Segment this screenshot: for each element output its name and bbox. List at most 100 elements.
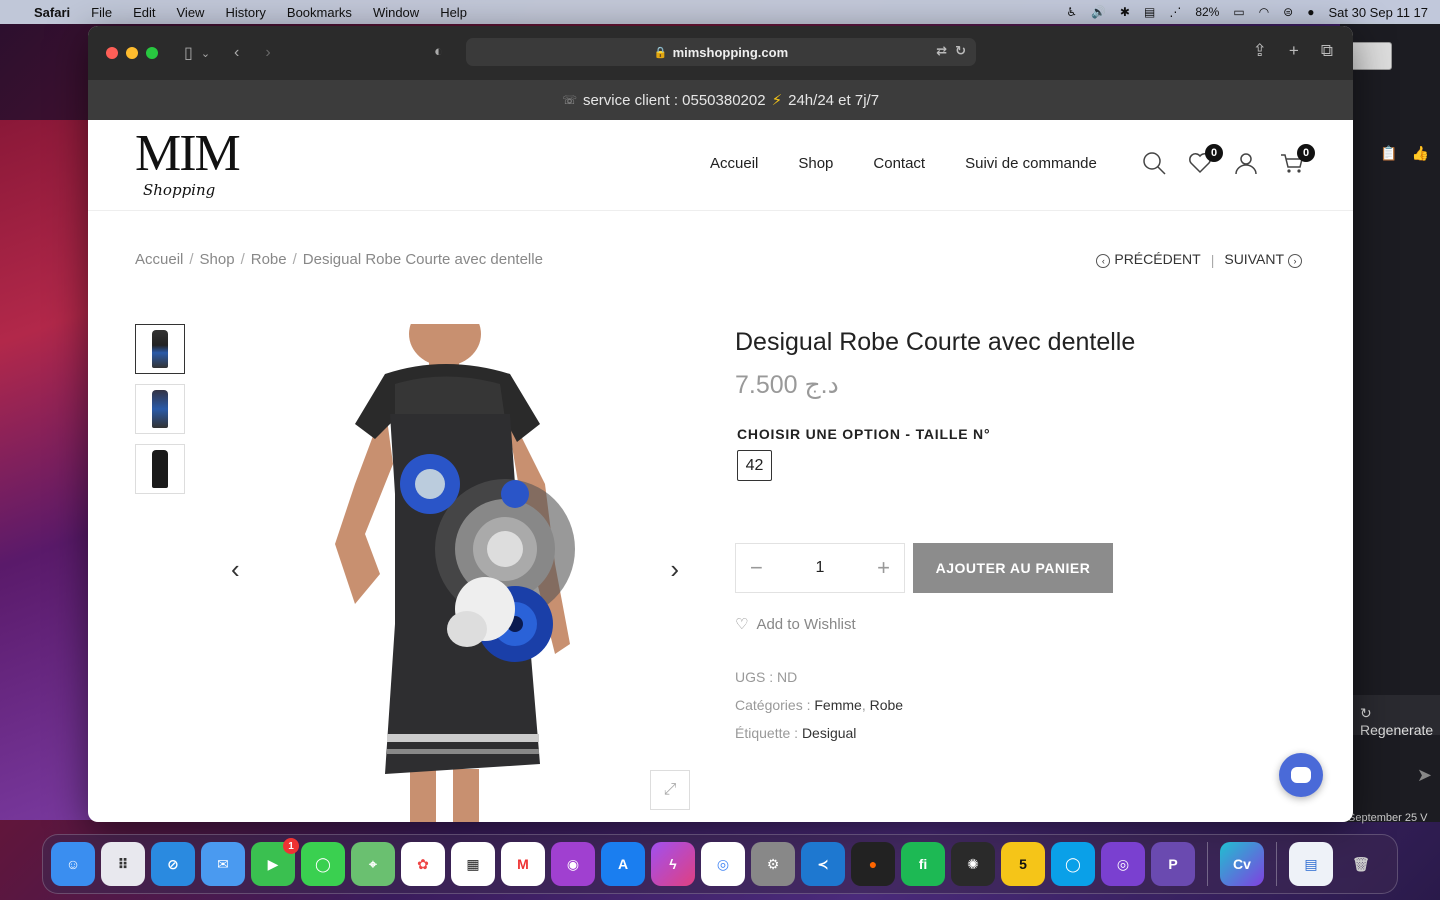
- size-option-button[interactable]: 42: [737, 450, 772, 481]
- sidebar-toggle-icon[interactable]: ▯: [184, 43, 193, 63]
- khamsat-icon[interactable]: 5: [1001, 842, 1045, 886]
- maps-icon[interactable]: ⌖: [351, 842, 395, 886]
- category-link-femme[interactable]: Femme: [814, 697, 861, 713]
- messages-icon[interactable]: ◯: [301, 842, 345, 886]
- menu-history[interactable]: History: [225, 5, 265, 20]
- quantity-increase-button[interactable]: +: [877, 555, 890, 581]
- vscode-icon[interactable]: ≺: [801, 842, 845, 886]
- menu-bookmarks[interactable]: Bookmarks: [287, 5, 352, 20]
- breadcrumb-shop[interactable]: Shop: [200, 251, 235, 268]
- chat-widget-button[interactable]: [1279, 753, 1323, 797]
- nav-suivi-commande[interactable]: Suivi de commande: [965, 155, 1097, 172]
- regenerate-button[interactable]: ↻ Regenerate: [1340, 695, 1440, 738]
- category-link-robe[interactable]: Robe: [870, 697, 903, 713]
- p-app-icon[interactable]: P: [1151, 842, 1195, 886]
- nav-contact[interactable]: Contact: [873, 155, 925, 172]
- battery-icon[interactable]: ▭: [1233, 5, 1244, 19]
- menu-app-name[interactable]: Safari: [34, 5, 70, 20]
- app-store-icon[interactable]: A: [601, 842, 645, 886]
- wishlist-heart-icon[interactable]: 0: [1187, 144, 1223, 183]
- tag-link[interactable]: Desigual: [802, 725, 856, 741]
- podcast-player-icon[interactable]: ◎: [1101, 842, 1145, 886]
- thumbnail-2[interactable]: [135, 384, 185, 434]
- minimize-window-button[interactable]: [126, 47, 138, 59]
- input-flag-icon[interactable]: ▤: [1144, 5, 1155, 19]
- account-user-icon[interactable]: [1233, 150, 1259, 183]
- chevron-right-circle-icon: ›: [1288, 254, 1302, 268]
- fiverr-icon[interactable]: fi: [901, 842, 945, 886]
- menu-window[interactable]: Window: [373, 5, 419, 20]
- next-product-link[interactable]: SUIVANT ›: [1224, 251, 1306, 268]
- sku-row: UGS : ND: [735, 663, 1305, 691]
- canva-icon[interactable]: Cv: [1220, 842, 1264, 886]
- breadcrumb-accueil[interactable]: Accueil: [135, 251, 183, 268]
- mail-icon[interactable]: ✉: [201, 842, 245, 886]
- chevron-down-icon[interactable]: ⌄: [201, 47, 210, 60]
- variation-label: CHOISIR UNE OPTION - TAILLE N°: [737, 426, 991, 442]
- close-window-button[interactable]: [106, 47, 118, 59]
- sku-value: ND: [777, 669, 798, 685]
- safari-icon[interactable]: ⊘: [151, 842, 195, 886]
- wifi-icon[interactable]: ◠: [1259, 5, 1269, 19]
- nav-shop[interactable]: Shop: [798, 155, 833, 172]
- translate-icon[interactable]: ⇄: [936, 43, 947, 59]
- search-icon[interactable]: [1141, 150, 1167, 183]
- quantity-input[interactable]: 1: [816, 559, 825, 577]
- nav-accueil[interactable]: Accueil: [710, 155, 758, 172]
- product-title: Desigual Robe Courte avec dentelle: [735, 328, 1136, 356]
- zoom-window-button[interactable]: [146, 47, 158, 59]
- address-bar[interactable]: 🔒 mimshopping.com ⇄ ↻: [466, 38, 976, 66]
- recorder-icon[interactable]: ●: [851, 842, 895, 886]
- finder-icon[interactable]: ☺: [51, 842, 95, 886]
- messenger-icon[interactable]: ϟ: [651, 842, 695, 886]
- control-center-icon[interactable]: ⊜: [1283, 5, 1293, 19]
- chatgpt-icon[interactable]: ✺: [951, 842, 995, 886]
- podcasts-icon[interactable]: ◉: [551, 842, 595, 886]
- launchpad-icon[interactable]: ⠿: [101, 842, 145, 886]
- battery-percentage[interactable]: 82%: [1195, 5, 1219, 19]
- bolt-icon: ⚡: [771, 92, 783, 109]
- photos-icon[interactable]: ✿: [401, 842, 445, 886]
- reload-icon[interactable]: ↻: [955, 43, 966, 59]
- share-icon[interactable]: ⇪: [1253, 41, 1267, 61]
- siri-icon[interactable]: ●: [1307, 5, 1314, 19]
- system-settings-icon[interactable]: ⚙: [751, 842, 795, 886]
- menu-clock[interactable]: Sat 30 Sep 11 17: [1328, 5, 1428, 20]
- gallery-prev-arrow[interactable]: ‹: [231, 554, 240, 585]
- fullscreen-zoom-icon[interactable]: ⤢: [650, 770, 690, 810]
- privacy-shield-icon[interactable]: ◐: [434, 43, 443, 60]
- cart-icon[interactable]: 0: [1279, 144, 1315, 183]
- prev-product-link[interactable]: ‹ PRÉCÉDENT: [1092, 251, 1201, 268]
- accessibility-icon[interactable]: ♿: [1066, 5, 1077, 19]
- new-tab-icon[interactable]: +: [1289, 41, 1299, 61]
- menu-file[interactable]: File: [91, 5, 112, 20]
- trash-icon[interactable]: 🗑: [1339, 842, 1383, 886]
- quantity-decrease-button[interactable]: −: [750, 555, 763, 581]
- menu-help[interactable]: Help: [440, 5, 467, 20]
- back-icon[interactable]: ‹: [234, 44, 239, 62]
- gallery-next-arrow[interactable]: ›: [670, 554, 679, 585]
- menu-bar: Safari File Edit View History Bookmarks …: [0, 0, 1440, 24]
- breadcrumb-robe[interactable]: Robe: [251, 251, 287, 268]
- refresh-icon: ↻: [1360, 705, 1372, 721]
- send-icon[interactable]: ➤: [1417, 765, 1432, 786]
- bluetooth-icon[interactable]: ✱: [1120, 5, 1130, 19]
- gmail-icon[interactable]: M: [501, 842, 545, 886]
- circle-app-icon[interactable]: ◯: [1051, 842, 1095, 886]
- chrome-icon[interactable]: ◎: [701, 842, 745, 886]
- dictation-icon[interactable]: ⋰: [1169, 5, 1181, 19]
- site-logo[interactable]: MIM Shopping: [135, 128, 241, 202]
- volume-icon[interactable]: 🔊: [1091, 5, 1106, 19]
- product-main-image[interactable]: ‹ › ⤢: [205, 324, 705, 822]
- calendar-icon[interactable]: ▦: [451, 842, 495, 886]
- add-to-wishlist-link[interactable]: ♡ Add to Wishlist: [735, 615, 1305, 634]
- thumbnail-1[interactable]: [135, 324, 185, 374]
- menu-view[interactable]: View: [177, 5, 205, 20]
- facetime-icon[interactable]: ▶ 1: [251, 838, 299, 886]
- add-to-cart-button[interactable]: AJOUTER AU PANIER: [913, 543, 1113, 593]
- tab-overview-icon[interactable]: ⧉: [1321, 41, 1333, 61]
- forward-icon[interactable]: ›: [265, 44, 270, 62]
- preview-window-icon[interactable]: ▤: [1289, 842, 1333, 886]
- thumbnail-3[interactable]: [135, 444, 185, 494]
- menu-edit[interactable]: Edit: [133, 5, 155, 20]
